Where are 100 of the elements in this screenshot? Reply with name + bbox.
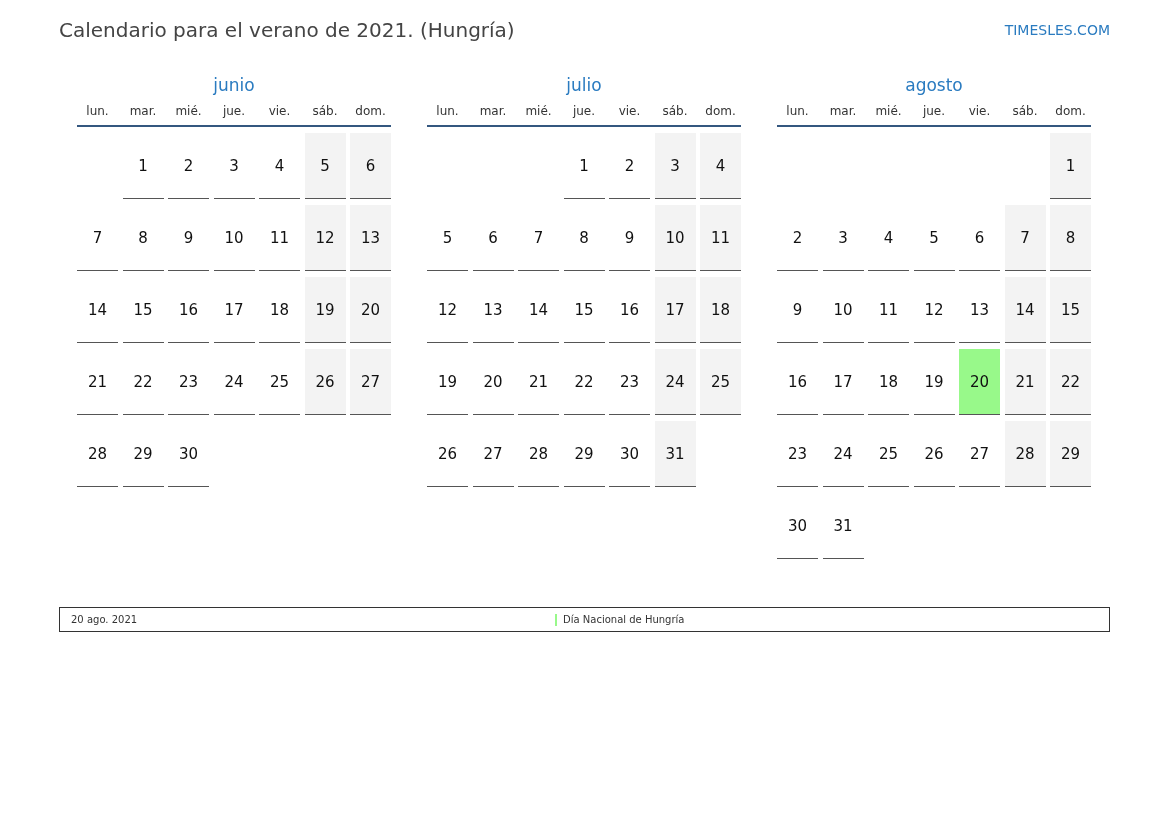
- day-cell: 3: [654, 133, 696, 199]
- holiday-name: Día Nacional de Hungría: [563, 614, 685, 625]
- day-cell: 5: [913, 205, 955, 271]
- day-cell: 15: [1050, 277, 1091, 343]
- day-cell: 26: [427, 421, 468, 487]
- weekday-label: sáb.: [311, 104, 339, 118]
- day-cell: 1: [1050, 133, 1091, 199]
- day-cell: 7: [518, 205, 559, 271]
- day-cell: 21: [518, 349, 559, 415]
- weekday-label: lun.: [785, 104, 810, 118]
- day-cell: 8: [1050, 205, 1091, 271]
- day-cell: 27: [959, 421, 1000, 487]
- day-cell: 24: [213, 349, 255, 415]
- day-cell: 26: [913, 421, 955, 487]
- weekday-label: lun.: [85, 104, 110, 118]
- weekday-label: jue.: [921, 104, 947, 118]
- day-cell: 16: [168, 277, 209, 343]
- month-title: junio: [212, 74, 256, 97]
- day-cell: 5: [427, 205, 468, 271]
- day-cell: 14: [77, 277, 118, 343]
- day-cell: 11: [259, 205, 300, 271]
- day-cell: 29: [1050, 421, 1091, 487]
- day-cell: 18: [700, 277, 741, 343]
- day-cell: 26: [304, 349, 346, 415]
- day-cell: 11: [868, 277, 909, 343]
- day-cell: 12: [427, 277, 468, 343]
- weekday-label: sáb.: [661, 104, 689, 118]
- day-cell: 30: [777, 493, 818, 559]
- day-cell: 19: [913, 349, 955, 415]
- day-cell: 20: [472, 349, 514, 415]
- day-cell: 4: [259, 133, 300, 199]
- day-cell: 25: [868, 421, 909, 487]
- day-cell: 7: [1004, 205, 1046, 271]
- day-cell: 10: [822, 277, 864, 343]
- weekday-label: sáb.: [1011, 104, 1039, 118]
- weekday-label: dom.: [354, 104, 387, 118]
- day-cell: 9: [609, 205, 650, 271]
- day-cell: 30: [609, 421, 650, 487]
- day-cell: 1: [122, 133, 164, 199]
- day-cell: 29: [563, 421, 605, 487]
- day-cell: 21: [77, 349, 118, 415]
- site-link[interactable]: TIMESLES.COM: [1004, 22, 1110, 38]
- day-cell: 24: [654, 349, 696, 415]
- day-cell: 4: [868, 205, 909, 271]
- day-cell: 2: [777, 205, 818, 271]
- day-cell: 15: [122, 277, 164, 343]
- day-cell: 24: [822, 421, 864, 487]
- day-cell: 2: [168, 133, 209, 199]
- day-cell: 27: [350, 349, 391, 415]
- day-cell: 10: [213, 205, 255, 271]
- day-cell: 20: [959, 349, 1000, 415]
- holiday-date: 20 ago. 2021: [70, 614, 139, 625]
- day-cell: 31: [654, 421, 696, 487]
- page-title: Calendario para el verano de 2021. (Hungría): [59, 18, 515, 42]
- day-cell: 20: [350, 277, 391, 343]
- day-cell: 12: [913, 277, 955, 343]
- day-cell: 11: [700, 205, 741, 271]
- day-cell: 29: [122, 421, 164, 487]
- weekday-label: mié.: [874, 104, 903, 118]
- day-cell: 10: [654, 205, 696, 271]
- day-cell: 13: [959, 277, 1000, 343]
- day-cell: 27: [472, 421, 514, 487]
- day-cell: 15: [563, 277, 605, 343]
- weekday-label: mié.: [524, 104, 553, 118]
- day-cell: 19: [427, 349, 468, 415]
- day-cell: 9: [168, 205, 209, 271]
- day-cell: 18: [868, 349, 909, 415]
- day-cell: 14: [1004, 277, 1046, 343]
- day-cell: 23: [777, 421, 818, 487]
- weekday-label: vie.: [967, 104, 992, 118]
- day-cell: 16: [777, 349, 818, 415]
- weekday-label: lun.: [435, 104, 460, 118]
- day-cell: 2: [609, 133, 650, 199]
- day-cell: 8: [563, 205, 605, 271]
- weekday-label: dom.: [1054, 104, 1087, 118]
- day-cell: 17: [654, 277, 696, 343]
- day-cell: 19: [304, 277, 346, 343]
- day-cell: 13: [350, 205, 391, 271]
- day-cell: 6: [472, 205, 514, 271]
- day-cell: 22: [563, 349, 605, 415]
- day-cell: 28: [1004, 421, 1046, 487]
- weekday-label: mar.: [128, 104, 158, 118]
- weekday-label: jue.: [221, 104, 247, 118]
- weekday-label: mié.: [174, 104, 203, 118]
- month-title: julio: [565, 74, 603, 97]
- day-cell: 4: [700, 133, 741, 199]
- day-cell: 30: [168, 421, 209, 487]
- weekday-label: mar.: [478, 104, 508, 118]
- day-cell: 6: [350, 133, 391, 199]
- day-cell: 5: [304, 133, 346, 199]
- day-cell: 31: [822, 493, 864, 559]
- day-cell: 25: [259, 349, 300, 415]
- day-cell: 8: [122, 205, 164, 271]
- day-cell: 28: [77, 421, 118, 487]
- month-title: agosto: [904, 74, 964, 97]
- day-cell: 6: [959, 205, 1000, 271]
- day-cell: 9: [777, 277, 818, 343]
- day-cell: 7: [77, 205, 118, 271]
- day-cell: 17: [822, 349, 864, 415]
- day-cell: 3: [213, 133, 255, 199]
